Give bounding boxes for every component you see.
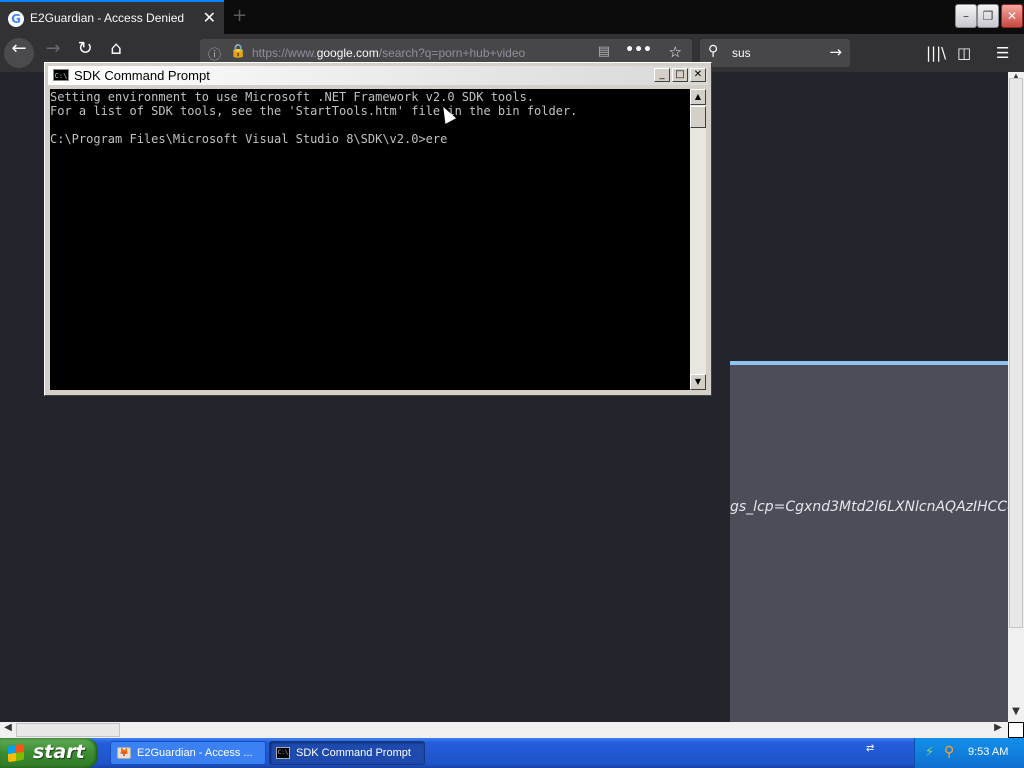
- cmd-icon: C:\: [276, 747, 290, 759]
- scroll-down-arrow-icon[interactable]: ▼: [1008, 706, 1024, 722]
- minimize-button[interactable]: –: [955, 4, 977, 28]
- search-icon: ⚲: [708, 43, 719, 59]
- cmd-scroll-up-icon[interactable]: ▲: [690, 89, 706, 105]
- cmd-scroll-down-icon[interactable]: ▼: [690, 374, 706, 390]
- windows-flag-icon: [8, 743, 24, 763]
- maximize-button[interactable]: ❐: [977, 4, 999, 28]
- search-input[interactable]: sus: [732, 46, 751, 60]
- url-text[interactable]: https://www.google.com/search?q=porn+hub…: [252, 46, 525, 60]
- scrollbar-corner: [1008, 722, 1024, 738]
- horizontal-scroll-thumb[interactable]: [16, 723, 120, 737]
- scroll-left-arrow-icon[interactable]: ◀: [0, 722, 16, 738]
- console-line: For a list of SDK tools, see the 'StartT…: [50, 104, 578, 118]
- cmd-scroll-thumb[interactable]: [690, 106, 706, 128]
- tab-title: E2Guardian - Access Denied: [30, 11, 185, 25]
- sidebar-icon[interactable]: ◫: [957, 44, 971, 62]
- library-icon[interactable]: |||\: [926, 44, 946, 62]
- taskbar: start 🦊 E2Guardian - Access ... C:\ SDK …: [0, 738, 1024, 768]
- reader-view-icon[interactable]: ▤: [598, 44, 610, 59]
- new-tab-button[interactable]: +: [232, 5, 247, 26]
- firefox-icon: 🦊: [117, 747, 131, 759]
- google-favicon-icon: G: [8, 11, 24, 27]
- hamburger-menu-icon[interactable]: ☰: [996, 44, 1009, 62]
- page-vertical-scrollbar[interactable]: ▲ ▼: [1008, 72, 1024, 722]
- taskbar-item-firefox[interactable]: 🦊 E2Guardian - Access ...: [110, 741, 266, 765]
- cmd-maximize-button[interactable]: □: [672, 68, 688, 82]
- tab-e2guardian[interactable]: G E2Guardian - Access Denied ✕: [0, 0, 224, 34]
- page-actions-icon[interactable]: •••: [625, 42, 652, 58]
- cmd-minimize-button[interactable]: _: [654, 68, 670, 82]
- taskbar-item-label: E2Guardian - Access ...: [137, 747, 253, 759]
- cmd-window-icon: C:\: [53, 69, 69, 81]
- cmd-titlebar[interactable]: C:\ SDK Command Prompt _ □ ✕: [48, 66, 708, 85]
- vertical-scroll-thumb[interactable]: [1009, 78, 1023, 628]
- bookmark-star-icon[interactable]: ☆: [669, 43, 682, 61]
- start-button[interactable]: start: [0, 738, 98, 768]
- taskbar-item-cmd[interactable]: C:\ SDK Command Prompt: [269, 741, 425, 765]
- browser-tab-strip: G E2Guardian - Access Denied ✕ + – ❐ ✕: [0, 0, 1024, 34]
- system-tray: ⚡ ⚲ 9:53 AM: [914, 738, 1024, 768]
- console-line: [50, 117, 690, 131]
- site-info-icon[interactable]: ⓘ: [208, 44, 221, 63]
- url-path: /search?q=porn+hub+video: [378, 46, 526, 60]
- network-icon[interactable]: ⚡: [925, 745, 934, 760]
- console-output[interactable]: Setting environment to use Microsoft .NE…: [50, 89, 690, 390]
- dialog-panel: gs_lcp=Cgxnd3Mtd2l6LXNlcnAQAzIHCC4: [730, 361, 1008, 722]
- start-label: start: [33, 741, 85, 763]
- overflow-url-text: gs_lcp=Cgxnd3Mtd2l6LXNlcnAQAzIHCC4: [730, 499, 1008, 515]
- scroll-right-arrow-icon[interactable]: ▶: [990, 722, 1006, 738]
- search-tray-icon[interactable]: ⚲: [944, 744, 954, 760]
- tab-close-icon[interactable]: ✕: [203, 8, 216, 27]
- cmd-close-button[interactable]: ✕: [690, 68, 706, 82]
- cmd-scrollbar[interactable]: ▲ ▼: [690, 89, 706, 390]
- cmd-title: SDK Command Prompt: [74, 68, 210, 83]
- cmd-window[interactable]: C:\ SDK Command Prompt _ □ ✕ Setting env…: [44, 62, 712, 396]
- url-prefix: https://www.: [252, 46, 317, 60]
- taskbar-item-label: SDK Command Prompt: [296, 747, 411, 759]
- url-host: google.com: [316, 46, 379, 60]
- page-horizontal-scrollbar[interactable]: ◀ ▶: [0, 722, 1008, 738]
- back-button[interactable]: ←: [4, 38, 34, 68]
- search-bar[interactable]: ⚲ sus →: [700, 39, 850, 67]
- language-bar-icon[interactable]: ⇄: [866, 743, 874, 754]
- console-prompt-line: C:\Program Files\Microsoft Visual Studio…: [50, 132, 448, 146]
- console-line: Setting environment to use Microsoft .NE…: [50, 90, 535, 104]
- search-go-icon[interactable]: →: [829, 43, 842, 61]
- lock-icon: 🔒: [230, 44, 247, 59]
- close-window-button[interactable]: ✕: [1001, 4, 1023, 28]
- clock[interactable]: 9:53 AM: [968, 746, 1008, 758]
